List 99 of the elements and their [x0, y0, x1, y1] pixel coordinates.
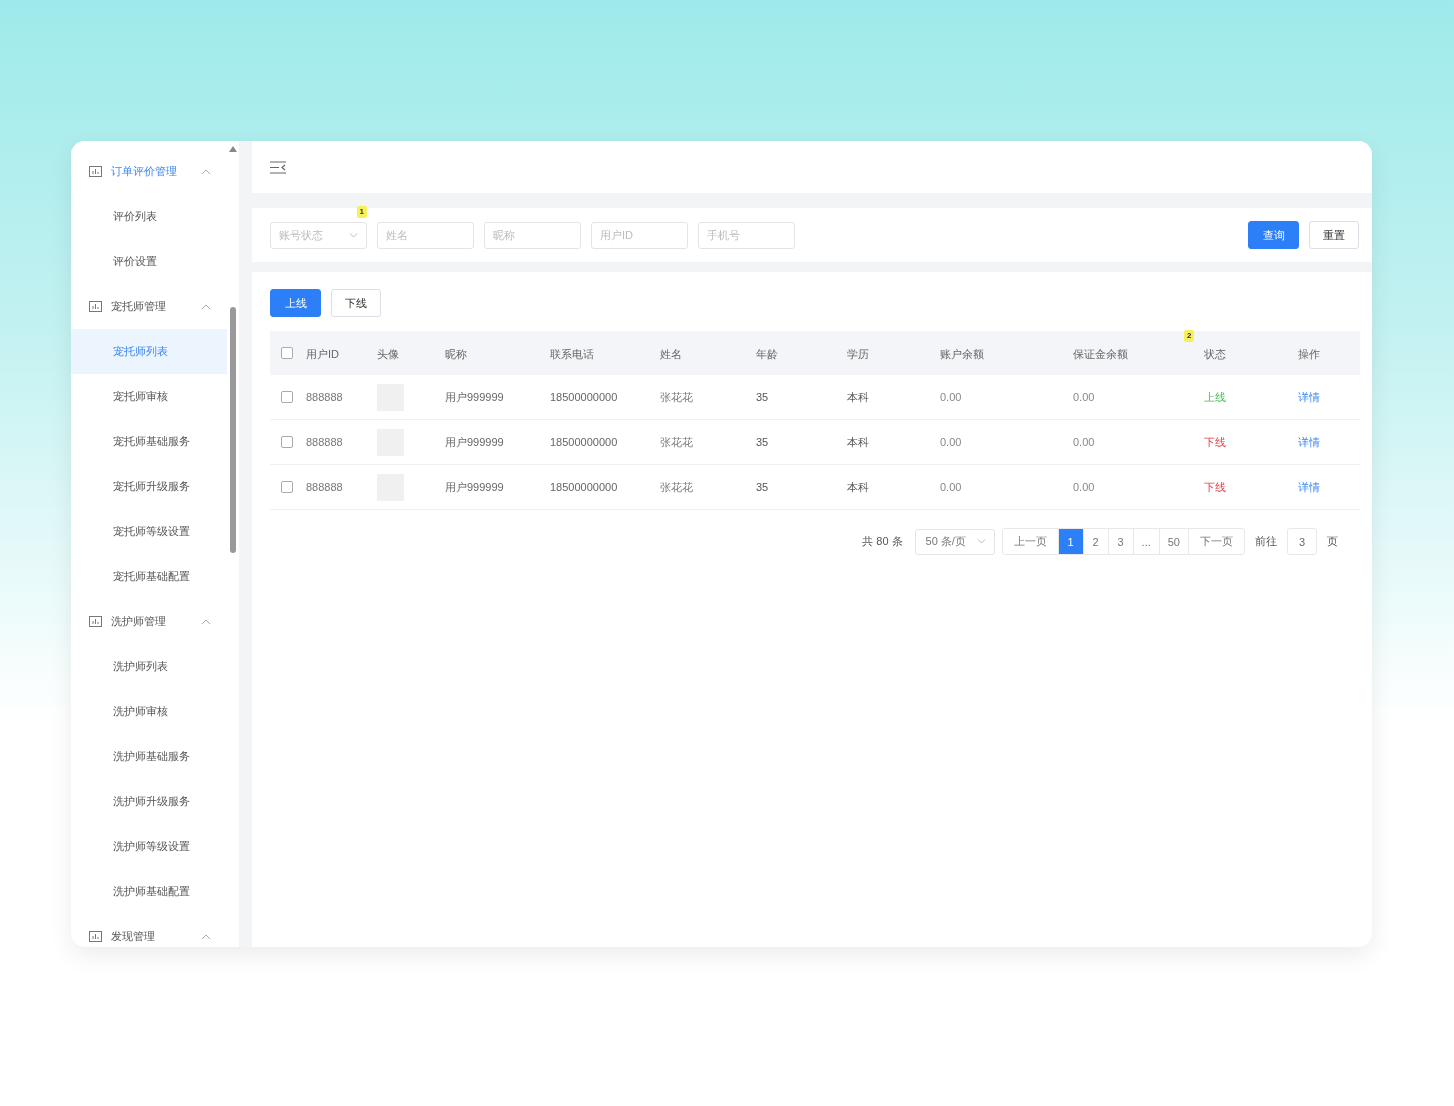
menu-item[interactable]: 洗护师基础配置: [71, 869, 227, 914]
chevron-down-icon: [976, 539, 986, 544]
menu-item[interactable]: 宠托师升级服务: [71, 464, 227, 509]
reset-button[interactable]: 重置: [1309, 221, 1359, 249]
menu-item[interactable]: 评价设置: [71, 239, 227, 284]
column-header: 年龄: [755, 348, 778, 360]
table-cell-text: 35: [755, 481, 770, 493]
marker-badge: 2: [1184, 330, 1195, 342]
menu-group[interactable]: 订单评价管理: [71, 149, 227, 194]
table-cell-text: 张花花: [659, 479, 694, 495]
scroll-up-icon[interactable]: [229, 146, 237, 152]
menu-item[interactable]: 洗护师列表: [71, 644, 227, 689]
menu-item[interactable]: 洗护师等级设置: [71, 824, 227, 869]
marker-badge: 1: [356, 205, 367, 218]
table-cell-text: 张花花: [659, 434, 694, 450]
page-suffix: 页: [1327, 534, 1338, 549]
table-cell-text: 18500000000: [549, 436, 619, 448]
table-cell-text: 本科: [846, 389, 870, 405]
menu-fold-icon[interactable]: [270, 160, 286, 174]
table-cell-text: 0.00: [939, 436, 963, 448]
menu-item[interactable]: 洗护师基础服务: [71, 734, 227, 779]
scrollbar-thumb[interactable]: [230, 307, 236, 553]
column-header: 用户ID: [305, 348, 339, 360]
table-cell-text: 888888: [305, 481, 344, 493]
menu-group[interactable]: 洗护师管理: [71, 599, 227, 644]
total-count: 共 80 条: [862, 534, 903, 549]
chevron-up-icon: [201, 303, 211, 310]
online-button[interactable]: 上线: [270, 289, 321, 317]
column-header: 姓名: [659, 348, 682, 360]
status-text: 下线: [1203, 479, 1227, 495]
chart-icon: [89, 616, 102, 627]
menu-item[interactable]: 宠托师基础配置: [71, 554, 227, 599]
prev-page-button[interactable]: 上一页: [1001, 528, 1059, 555]
chart-icon: [89, 301, 102, 312]
detail-link[interactable]: 详情: [1292, 389, 1320, 405]
table-cell-text: 35: [755, 391, 770, 403]
chevron-up-icon: [201, 618, 211, 625]
checkbox[interactable]: [281, 391, 293, 403]
detail-link[interactable]: 详情: [1292, 434, 1320, 450]
menu-item[interactable]: 评价列表: [71, 194, 227, 239]
menu-group-title: 洗护师管理: [111, 614, 167, 629]
table-cell-text: 888888: [305, 391, 344, 403]
menu-group-title: 订单评价管理: [111, 164, 178, 179]
table-cell-text: 18500000000: [549, 391, 619, 403]
column-header: 头像: [376, 348, 399, 360]
goto-label: 前往: [1255, 534, 1277, 549]
offline-button[interactable]: 下线: [331, 289, 381, 317]
menu-group[interactable]: 宠托师管理: [71, 284, 227, 329]
chevron-up-icon: [201, 168, 211, 175]
chart-icon: [89, 931, 102, 942]
column-header: 联系电话: [549, 348, 594, 360]
menu-item[interactable]: 宠托师审核: [71, 374, 227, 419]
chart-icon: [89, 166, 102, 177]
input-field[interactable]: 昵称: [484, 221, 581, 249]
column-header: 保证金余额: [1072, 348, 1128, 360]
page-button[interactable]: 1: [1057, 528, 1084, 555]
page-size-select[interactable]: 50 条/页: [914, 528, 995, 555]
table-cell-text: 0.00: [1072, 391, 1096, 403]
goto-page-field[interactable]: 3: [1287, 528, 1317, 555]
chevron-up-icon: [201, 933, 211, 940]
table-cell-text: 本科: [846, 434, 870, 450]
table-cell-text: 用户999999: [444, 389, 505, 405]
menu-group-title: 宠托师管理: [111, 299, 167, 314]
query-button[interactable]: 查询: [1248, 221, 1299, 249]
status-text: 上线: [1203, 389, 1227, 405]
table-cell-text: 用户999999: [444, 479, 505, 495]
chevron-down-icon: [349, 232, 358, 238]
menu-group[interactable]: 发现管理: [71, 914, 227, 947]
column-header: 账户余额: [939, 348, 984, 360]
table-cell-text: 用户999999: [444, 434, 505, 450]
table-cell-text: 0.00: [1072, 436, 1096, 448]
table-cell-text: 张花花: [659, 389, 694, 405]
table-cell-text: 18500000000: [549, 481, 619, 493]
checkbox[interactable]: [281, 436, 293, 448]
column-header: 操作: [1297, 348, 1320, 360]
input-field[interactable]: 姓名: [377, 221, 474, 249]
menu-item[interactable]: 宠托师基础服务: [71, 419, 227, 464]
input-field[interactable]: 用户ID: [591, 221, 688, 249]
checkbox[interactable]: [281, 481, 293, 493]
column-header: 学历: [846, 348, 869, 360]
menu-item[interactable]: 洗护师升级服务: [71, 779, 227, 824]
column-header: 状态: [1203, 348, 1226, 360]
detail-link[interactable]: 详情: [1292, 479, 1320, 495]
page-button[interactable]: 2: [1082, 528, 1109, 555]
checkbox[interactable]: [281, 347, 293, 359]
status-text: 下线: [1203, 434, 1227, 450]
page-button[interactable]: 3: [1107, 528, 1134, 555]
column-header: 昵称: [444, 348, 467, 360]
table-cell-text: 0.00: [939, 481, 963, 493]
table-cell-text: 0.00: [1072, 481, 1096, 493]
next-page-button[interactable]: 下一页: [1188, 528, 1245, 555]
table-cell-text: 35: [755, 436, 770, 448]
page-button[interactable]: ...: [1132, 528, 1160, 555]
menu-item[interactable]: 宠托师等级设置: [71, 509, 227, 554]
table-cell-text: 0.00: [939, 391, 963, 403]
table-cell-text: 本科: [846, 479, 870, 495]
menu-item[interactable]: 洗护师审核: [71, 689, 227, 734]
table-cell-text: 888888: [305, 436, 344, 448]
menu-group-title: 发现管理: [111, 929, 156, 944]
